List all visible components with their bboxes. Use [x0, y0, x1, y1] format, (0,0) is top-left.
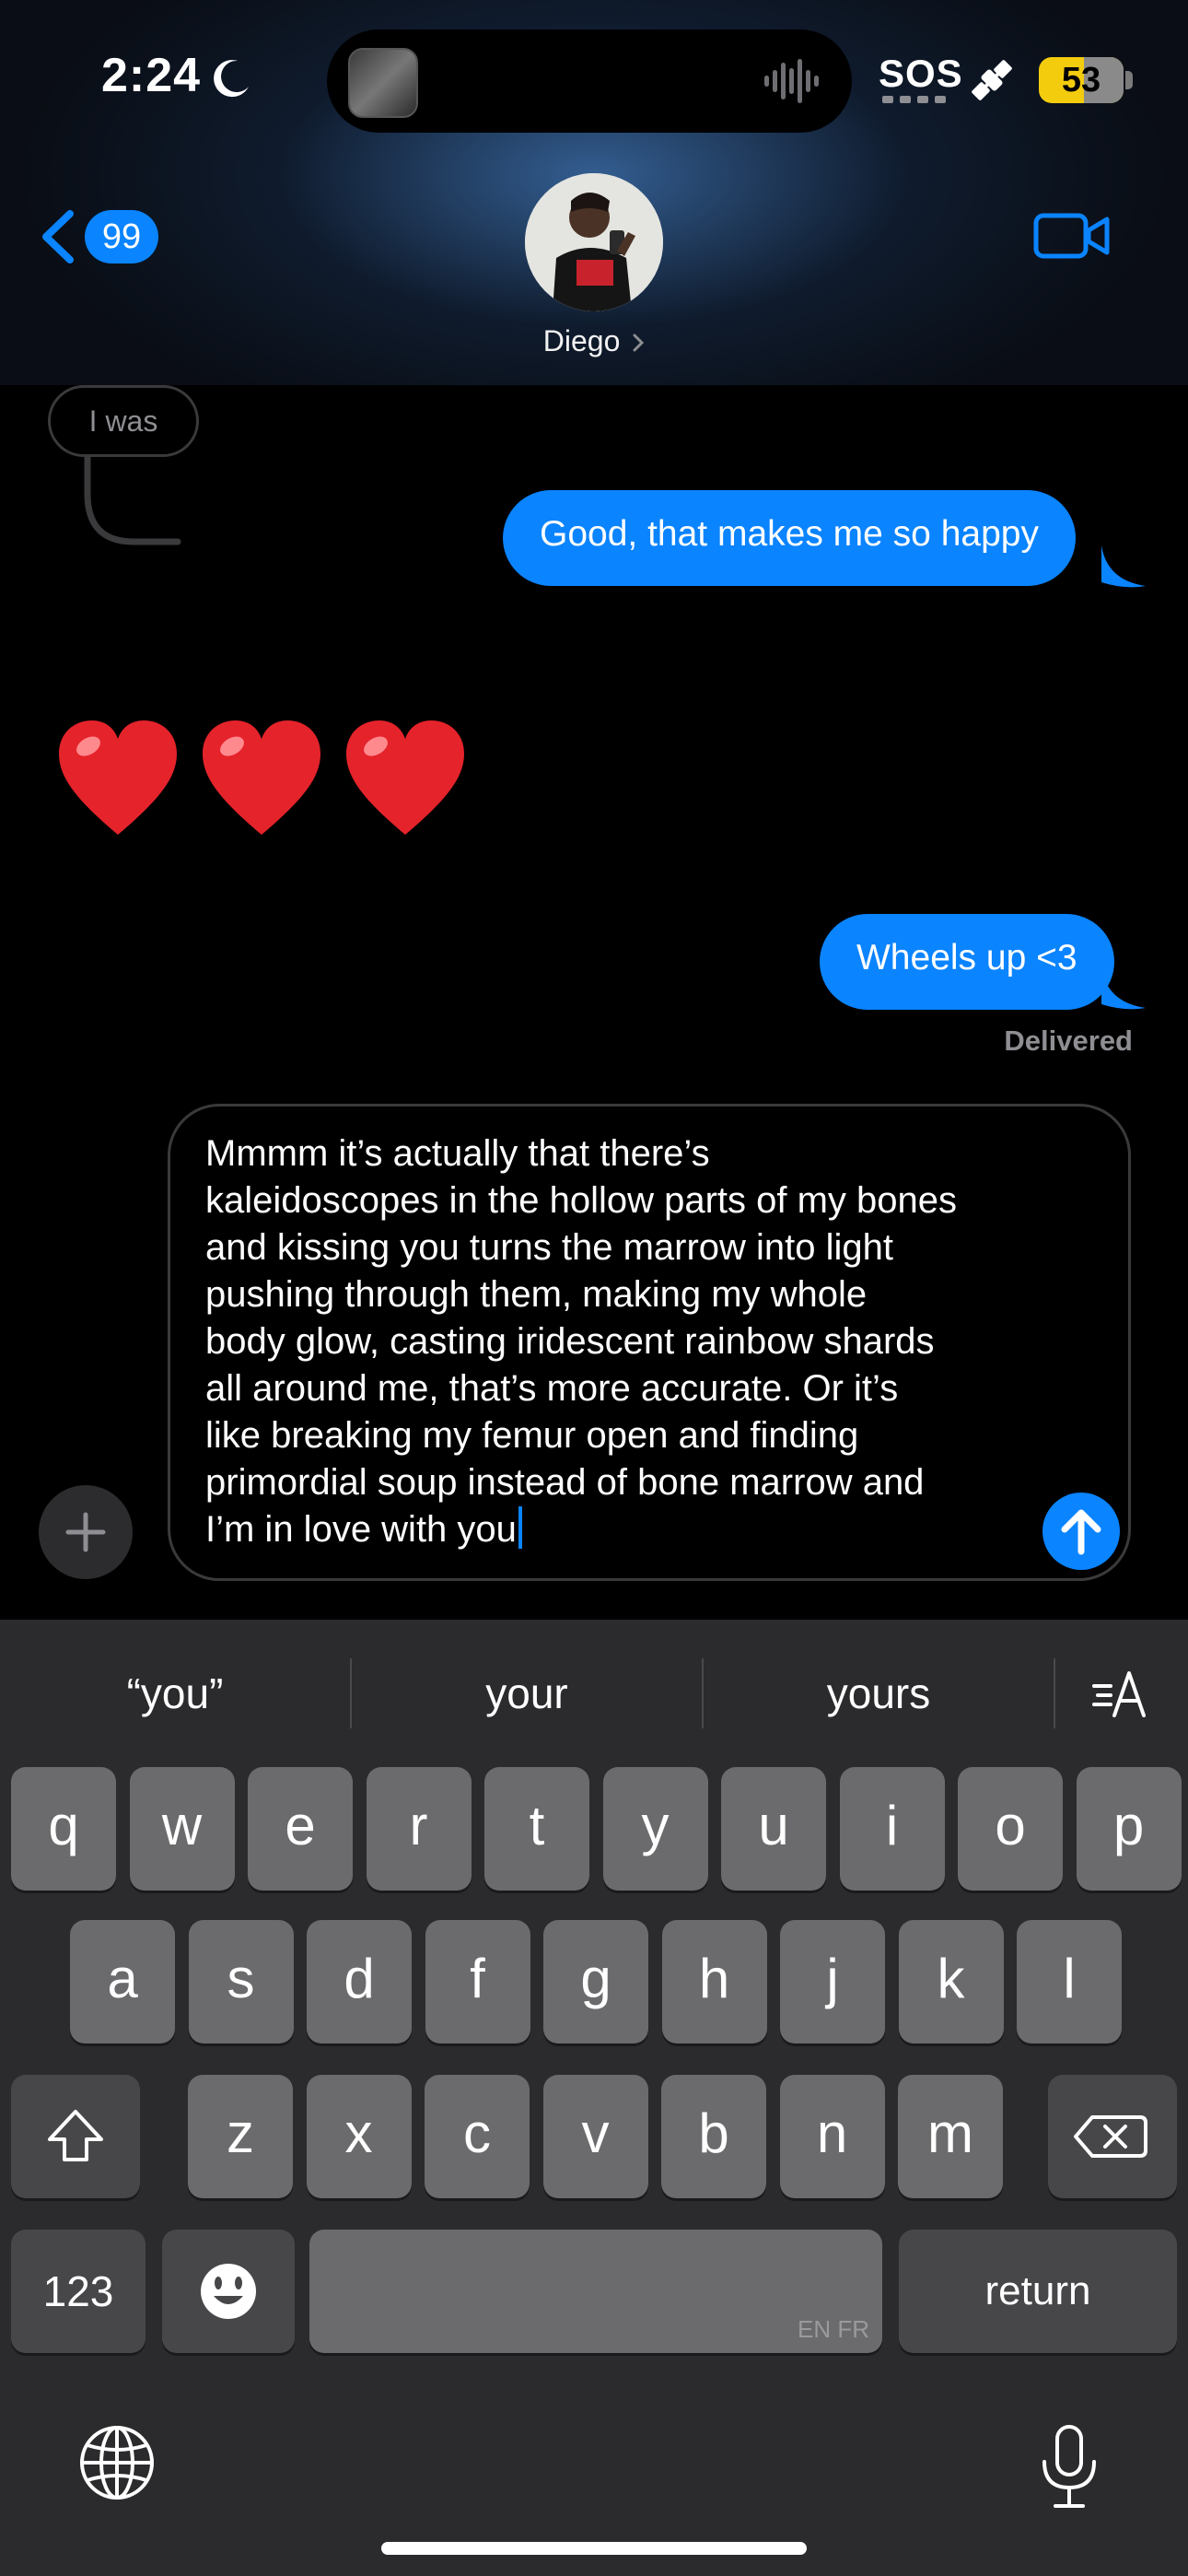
globe-icon[interactable] [77, 2423, 157, 2502]
contact-avatar[interactable] [525, 173, 663, 311]
chevron-right-icon [633, 334, 645, 352]
key-q[interactable]: q [11, 1767, 116, 1891]
hearts-emoji-message[interactable] [53, 715, 495, 853]
sent-message-bubble[interactable]: Wheels up <3 [820, 914, 1114, 1010]
message-draft-text: Mmmm it’s actually that there’s kaleidos… [205, 1133, 958, 1550]
key-s[interactable]: s [188, 1920, 294, 2043]
plus-icon [65, 1512, 106, 1552]
key-k[interactable]: k [898, 1920, 1004, 2043]
satellite-icon [972, 60, 1012, 100]
text-cursor [518, 1506, 522, 1549]
numbers-key[interactable]: 123 [11, 2230, 146, 2353]
sent-message-bubble[interactable]: Good, that makes me so happy [503, 490, 1076, 586]
key-z[interactable]: z [188, 2075, 293, 2198]
heart-emoji-icon [59, 720, 177, 835]
delivery-status: Delivered [1004, 1025, 1133, 1057]
back-button[interactable]: 99 [37, 205, 166, 269]
bubble-tail [1101, 967, 1146, 1010]
apps-plus-button[interactable] [39, 1485, 133, 1579]
suggestion-2[interactable]: your [352, 1657, 702, 1730]
key-l[interactable]: l [1017, 1920, 1122, 2043]
microphone-icon[interactable] [1037, 2423, 1101, 2512]
message-input-field[interactable]: Mmmm it’s actually that there’s kaleidos… [168, 1104, 1131, 1581]
key-w[interactable]: w [129, 1767, 235, 1891]
key-f[interactable]: f [425, 1920, 530, 2043]
battery-nub [1125, 71, 1133, 89]
reply-thread-line [84, 457, 181, 545]
reply-preview-bubble[interactable]: I was [48, 385, 199, 457]
key-d[interactable]: d [307, 1920, 412, 2043]
text-format-icon[interactable] [1092, 1666, 1149, 1721]
key-v[interactable]: v [542, 2075, 648, 2198]
key-t[interactable]: t [484, 1767, 589, 1891]
unread-count-badge: 99 [85, 210, 158, 263]
battery-indicator: 53 [1039, 57, 1124, 103]
status-time: 2:24 [101, 49, 202, 102]
key-i[interactable]: i [839, 1767, 945, 1891]
waveform-icon [764, 59, 819, 103]
chevron-left-icon [42, 210, 74, 263]
shift-key[interactable] [11, 2075, 140, 2198]
space-key[interactable]: EN FR [309, 2230, 882, 2353]
keyboard: “you” your yours 123 EN FR return q w e … [0, 1620, 1188, 2576]
key-n[interactable]: n [779, 2075, 885, 2198]
key-m[interactable]: m [898, 2075, 1003, 2198]
album-art-icon[interactable] [348, 48, 418, 118]
moon-icon [214, 60, 249, 98]
video-camera-icon[interactable] [1033, 208, 1111, 263]
delete-key[interactable] [1048, 2075, 1177, 2198]
key-u[interactable]: u [721, 1767, 826, 1891]
message-input-text[interactable]: Mmmm it’s actually that there’s kaleidos… [205, 1130, 1034, 1553]
key-b[interactable]: b [661, 2075, 766, 2198]
bubble-tail [1101, 545, 1146, 588]
suggestion-divider [1054, 1658, 1055, 1728]
avatar-photo [525, 173, 663, 311]
shift-arrow-icon [48, 2110, 103, 2161]
sos-indicator: SOS [879, 52, 963, 95]
key-y[interactable]: y [602, 1767, 708, 1891]
key-c[interactable]: c [425, 2075, 530, 2198]
emoji-face-icon [201, 2264, 256, 2319]
heart-emoji-icon [346, 720, 464, 835]
key-o[interactable]: o [958, 1767, 1063, 1891]
key-e[interactable]: e [248, 1767, 353, 1891]
send-button[interactable] [1042, 1493, 1120, 1570]
sos-signal-dots [882, 96, 946, 103]
return-key[interactable]: return [899, 2230, 1177, 2353]
conversation-header: 2:24 SOS 53 99 Diego [0, 0, 1188, 385]
battery-percentage: 53 [1061, 61, 1101, 100]
key-h[interactable]: h [661, 1920, 767, 2043]
suggestion-1[interactable]: “you” [0, 1657, 350, 1730]
home-indicator[interactable] [381, 2542, 807, 2555]
key-r[interactable]: r [366, 1767, 472, 1891]
key-j[interactable]: j [780, 1920, 885, 2043]
contact-name: Diego [542, 324, 621, 357]
suggestion-3[interactable]: yours [704, 1657, 1054, 1730]
space-language-label: EN FR [798, 2315, 869, 2343]
heart-emoji-icon [203, 720, 320, 835]
emoji-key[interactable] [162, 2230, 295, 2353]
contact-name-button[interactable]: Diego [502, 324, 686, 365]
arrow-up-icon [1061, 1509, 1101, 1555]
key-x[interactable]: x [306, 2075, 412, 2198]
key-g[interactable]: g [543, 1920, 648, 2043]
key-p[interactable]: p [1076, 1767, 1182, 1891]
delete-backspace-icon [1074, 2115, 1147, 2158]
key-a[interactable]: a [70, 1920, 175, 2043]
